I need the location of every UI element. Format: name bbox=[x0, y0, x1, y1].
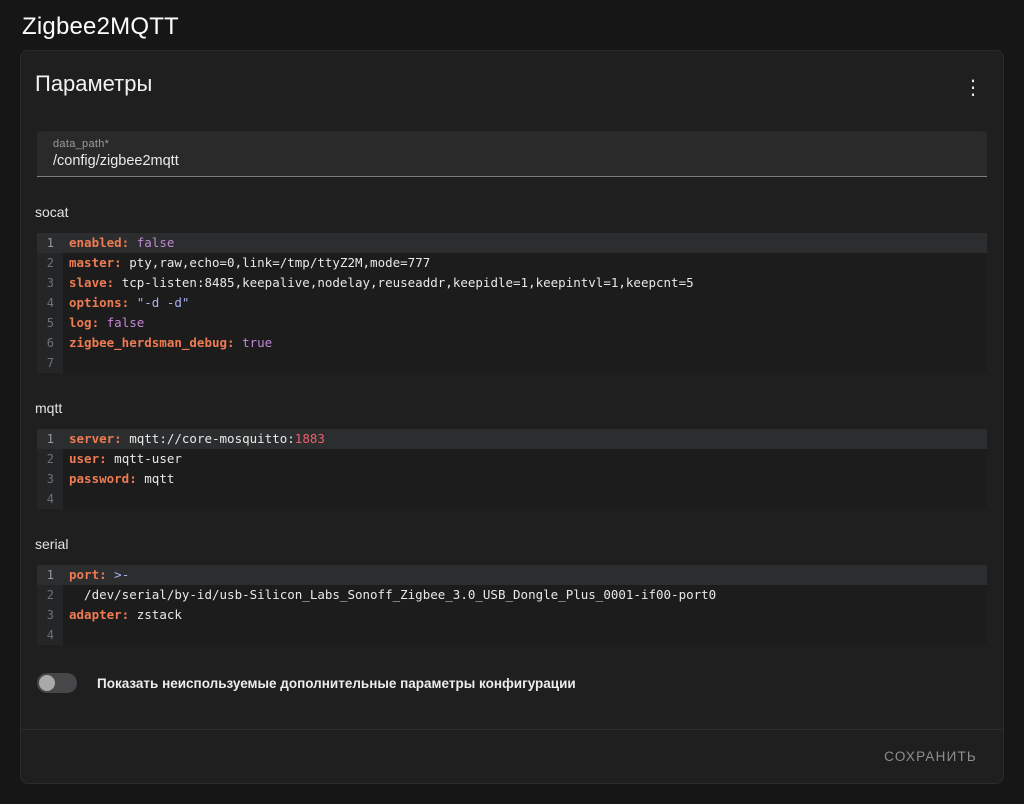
unused-params-toggle[interactable] bbox=[37, 673, 77, 693]
line-number: 1 bbox=[37, 233, 63, 253]
data-path-field[interactable]: data_path* bbox=[37, 131, 987, 177]
yaml-editor-socat[interactable]: 1enabled: false2master: pty,raw,echo=0,l… bbox=[37, 233, 987, 373]
yaml-editor-mqtt[interactable]: 1server: mqtt://core-mosquitto:18832user… bbox=[37, 429, 987, 509]
page-header: Zigbee2MQTT bbox=[0, 0, 1024, 50]
card-title: Параметры bbox=[35, 67, 152, 97]
code-line: password: mqtt bbox=[63, 469, 987, 489]
code-line: /dev/serial/by-id/usb-Silicon_Labs_Sonof… bbox=[63, 585, 987, 605]
code-line: adapter: zstack bbox=[63, 605, 987, 625]
code-line-row[interactable]: 6zigbee_herdsman_debug: true bbox=[37, 333, 987, 353]
section-label-mqtt: mqtt bbox=[35, 400, 987, 416]
code-line-row[interactable]: 7 bbox=[37, 353, 987, 373]
code-line-row[interactable]: 2master: pty,raw,echo=0,link=/tmp/ttyZ2M… bbox=[37, 253, 987, 273]
code-line-row[interactable]: 2user: mqtt-user bbox=[37, 449, 987, 469]
code-line-row[interactable]: 2 /dev/serial/by-id/usb-Silicon_Labs_Son… bbox=[37, 585, 987, 605]
line-number: 3 bbox=[37, 605, 63, 625]
data-path-label: data_path* bbox=[53, 138, 971, 150]
code-line: options: "-d -d" bbox=[63, 293, 987, 313]
card-header: Параметры ⋮ bbox=[21, 51, 1003, 107]
code-line-row[interactable]: 4 bbox=[37, 625, 987, 645]
code-line-row[interactable]: 3adapter: zstack bbox=[37, 605, 987, 625]
addon-config-card: Параметры ⋮ data_path* socat 1enabled: f… bbox=[20, 50, 1004, 784]
overflow-menu-button[interactable]: ⋮ bbox=[953, 67, 993, 107]
code-line-row[interactable]: 5log: false bbox=[37, 313, 987, 333]
line-number: 4 bbox=[37, 293, 63, 313]
code-line bbox=[63, 353, 987, 373]
code-line-row[interactable]: 3slave: tcp-listen:8485,keepalive,nodela… bbox=[37, 273, 987, 293]
kebab-menu-icon: ⋮ bbox=[963, 75, 983, 99]
code-line: port: >- bbox=[63, 565, 987, 585]
code-line-row[interactable]: 3password: mqtt bbox=[37, 469, 987, 489]
code-line-row[interactable]: 1port: >- bbox=[37, 565, 987, 585]
code-line-row[interactable]: 1server: mqtt://core-mosquitto:1883 bbox=[37, 429, 987, 449]
line-number: 3 bbox=[37, 469, 63, 489]
line-number: 1 bbox=[37, 429, 63, 449]
line-number: 6 bbox=[37, 333, 63, 353]
code-line bbox=[63, 625, 987, 645]
line-number: 2 bbox=[37, 253, 63, 273]
code-line: log: false bbox=[63, 313, 987, 333]
yaml-editor-serial[interactable]: 1port: >-2 /dev/serial/by-id/usb-Silicon… bbox=[37, 565, 987, 645]
code-line: user: mqtt-user bbox=[63, 449, 987, 469]
line-number: 3 bbox=[37, 273, 63, 293]
data-path-input[interactable] bbox=[53, 150, 971, 169]
code-line-row[interactable]: 4options: "-d -d" bbox=[37, 293, 987, 313]
save-button[interactable]: СОХРАНИТЬ bbox=[870, 740, 991, 773]
code-line-row[interactable]: 1enabled: false bbox=[37, 233, 987, 253]
code-line: zigbee_herdsman_debug: true bbox=[63, 333, 987, 353]
card-footer: СОХРАНИТЬ bbox=[21, 729, 1003, 783]
line-number: 4 bbox=[37, 625, 63, 645]
code-line: enabled: false bbox=[63, 233, 987, 253]
line-number: 2 bbox=[37, 585, 63, 605]
code-line: slave: tcp-listen:8485,keepalive,nodelay… bbox=[63, 273, 987, 293]
code-line: master: pty,raw,echo=0,link=/tmp/ttyZ2M,… bbox=[63, 253, 987, 273]
line-number: 5 bbox=[37, 313, 63, 333]
code-line bbox=[63, 489, 987, 509]
unused-params-row: Показать неиспользуемые дополнительные п… bbox=[37, 673, 987, 693]
line-number: 2 bbox=[37, 449, 63, 469]
code-line-row[interactable]: 4 bbox=[37, 489, 987, 509]
code-line: server: mqtt://core-mosquitto:1883 bbox=[63, 429, 987, 449]
line-number: 4 bbox=[37, 489, 63, 509]
toggle-thumb bbox=[39, 675, 55, 691]
unused-params-label: Показать неиспользуемые дополнительные п… bbox=[97, 676, 576, 691]
section-label-socat: socat bbox=[35, 204, 987, 220]
page-title: Zigbee2MQTT bbox=[22, 13, 1002, 41]
line-number: 7 bbox=[37, 353, 63, 373]
section-label-serial: serial bbox=[35, 536, 987, 552]
line-number: 1 bbox=[37, 565, 63, 585]
